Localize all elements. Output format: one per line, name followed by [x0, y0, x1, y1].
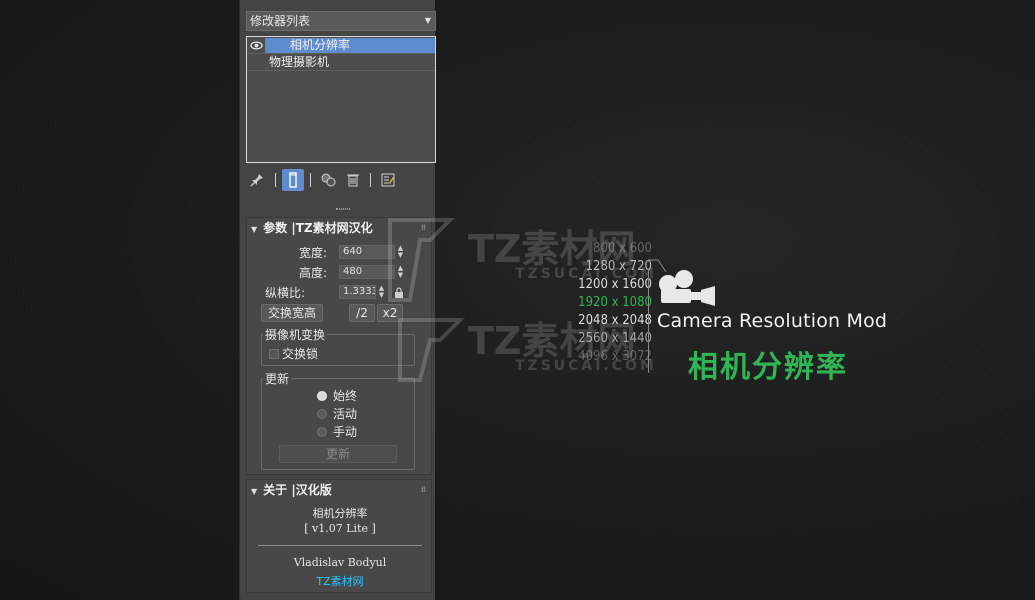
about-version: [ v1.07 Lite ]: [304, 522, 376, 535]
about-rollout-header[interactable]: ▼ 关于 |汉化版 ⁞⁞: [247, 480, 431, 500]
radio-manual-label: 手动: [333, 425, 358, 439]
camera-swap-group-title: 摄像机变换: [263, 326, 328, 343]
update-group-title: 更新: [263, 370, 292, 387]
chevron-down-icon: ▼: [424, 16, 431, 25]
toolbar-separator: [310, 173, 311, 187]
modifier-stack[interactable]: 相机分辨率 物理摄影机: [246, 36, 436, 163]
resolution-item: 4096 x 3072: [578, 349, 652, 364]
modifier-list-dropdown[interactable]: 修改器列表 ▼: [246, 11, 436, 31]
stack-item-label: 相机分辨率: [290, 38, 351, 52]
background: [0, 0, 1035, 600]
about-rollout: ▼ 关于 |汉化版 ⁞⁞ 相机分辨率 [ v1.07 Lite ] Vladisl…: [246, 479, 432, 593]
pin-stack-icon[interactable]: [246, 169, 268, 191]
resolution-item: 2048 x 2048: [578, 313, 652, 328]
resolution-item: 800 x 600: [593, 241, 652, 256]
resolution-item-highlighted: 1920 x 1080: [578, 295, 652, 310]
bracket-line: [648, 269, 649, 373]
stack-item-physical-camera[interactable]: 物理摄影机: [247, 54, 435, 71]
divider: [258, 545, 422, 546]
swap-lock-label: 交换锁: [282, 347, 319, 361]
height-label: 高度:: [299, 266, 328, 280]
show-end-result-icon[interactable]: [282, 169, 304, 191]
movie-camera-icon: [659, 270, 715, 306]
aspect-spinner[interactable]: 1.3333: [339, 285, 376, 299]
stack-item-camera-resolution[interactable]: 相机分辨率: [247, 37, 435, 54]
remove-modifier-icon[interactable]: [342, 169, 364, 191]
showcase-title-en: Camera Resolution Mod: [657, 310, 888, 332]
radio-manual[interactable]: [317, 427, 327, 437]
aspect-label: 纵横比:: [265, 286, 306, 300]
stack-item-label: 物理摄影机: [269, 55, 330, 69]
modifier-list-label: 修改器列表: [250, 14, 311, 28]
update-button[interactable]: 更新: [279, 445, 397, 463]
radio-active[interactable]: [317, 409, 327, 419]
watermark-logo-icon: [388, 218, 465, 382]
collapse-triangle-icon: ▼: [251, 487, 258, 496]
parameters-title: 参数 |TZ素材网汉化: [263, 221, 373, 235]
half-button[interactable]: /2: [349, 304, 375, 322]
resolution-item: 1200 x 1600: [578, 277, 652, 292]
radio-active-label: 活动: [333, 407, 358, 421]
resolution-item: 1280 x 720: [585, 259, 652, 274]
about-title: 关于 |汉化版: [263, 483, 332, 497]
toolbar-separator: [370, 173, 371, 187]
radio-always-label: 始终: [333, 389, 358, 403]
configure-sets-icon[interactable]: [377, 169, 399, 191]
width-label: 宽度:: [299, 246, 328, 260]
make-unique-icon[interactable]: [318, 169, 340, 191]
toolbar-separator: [275, 173, 276, 187]
resolution-item: 2560 x 1440: [578, 331, 652, 346]
drag-handle-icon: ⁞⁞: [420, 485, 426, 494]
about-link[interactable]: TZ素材网: [247, 573, 433, 589]
about-name: 相机分辨率: [312, 507, 368, 520]
radio-always[interactable]: [317, 391, 327, 401]
about-author: Vladislav Bodyul: [293, 556, 387, 569]
panel-grip[interactable]: [336, 208, 350, 210]
swap-lock-checkbox[interactable]: [269, 349, 279, 359]
resolution-list: 800 x 600 1280 x 720 1200 x 1600 1920 x …: [562, 240, 652, 366]
collapse-triangle-icon: ▼: [251, 225, 258, 234]
stack-toolbar: [246, 168, 436, 194]
eye-icon[interactable]: [250, 39, 263, 52]
swap-width-height-button[interactable]: 交换宽高: [261, 304, 323, 322]
showcase-title-cn: 相机分辨率: [688, 350, 848, 385]
